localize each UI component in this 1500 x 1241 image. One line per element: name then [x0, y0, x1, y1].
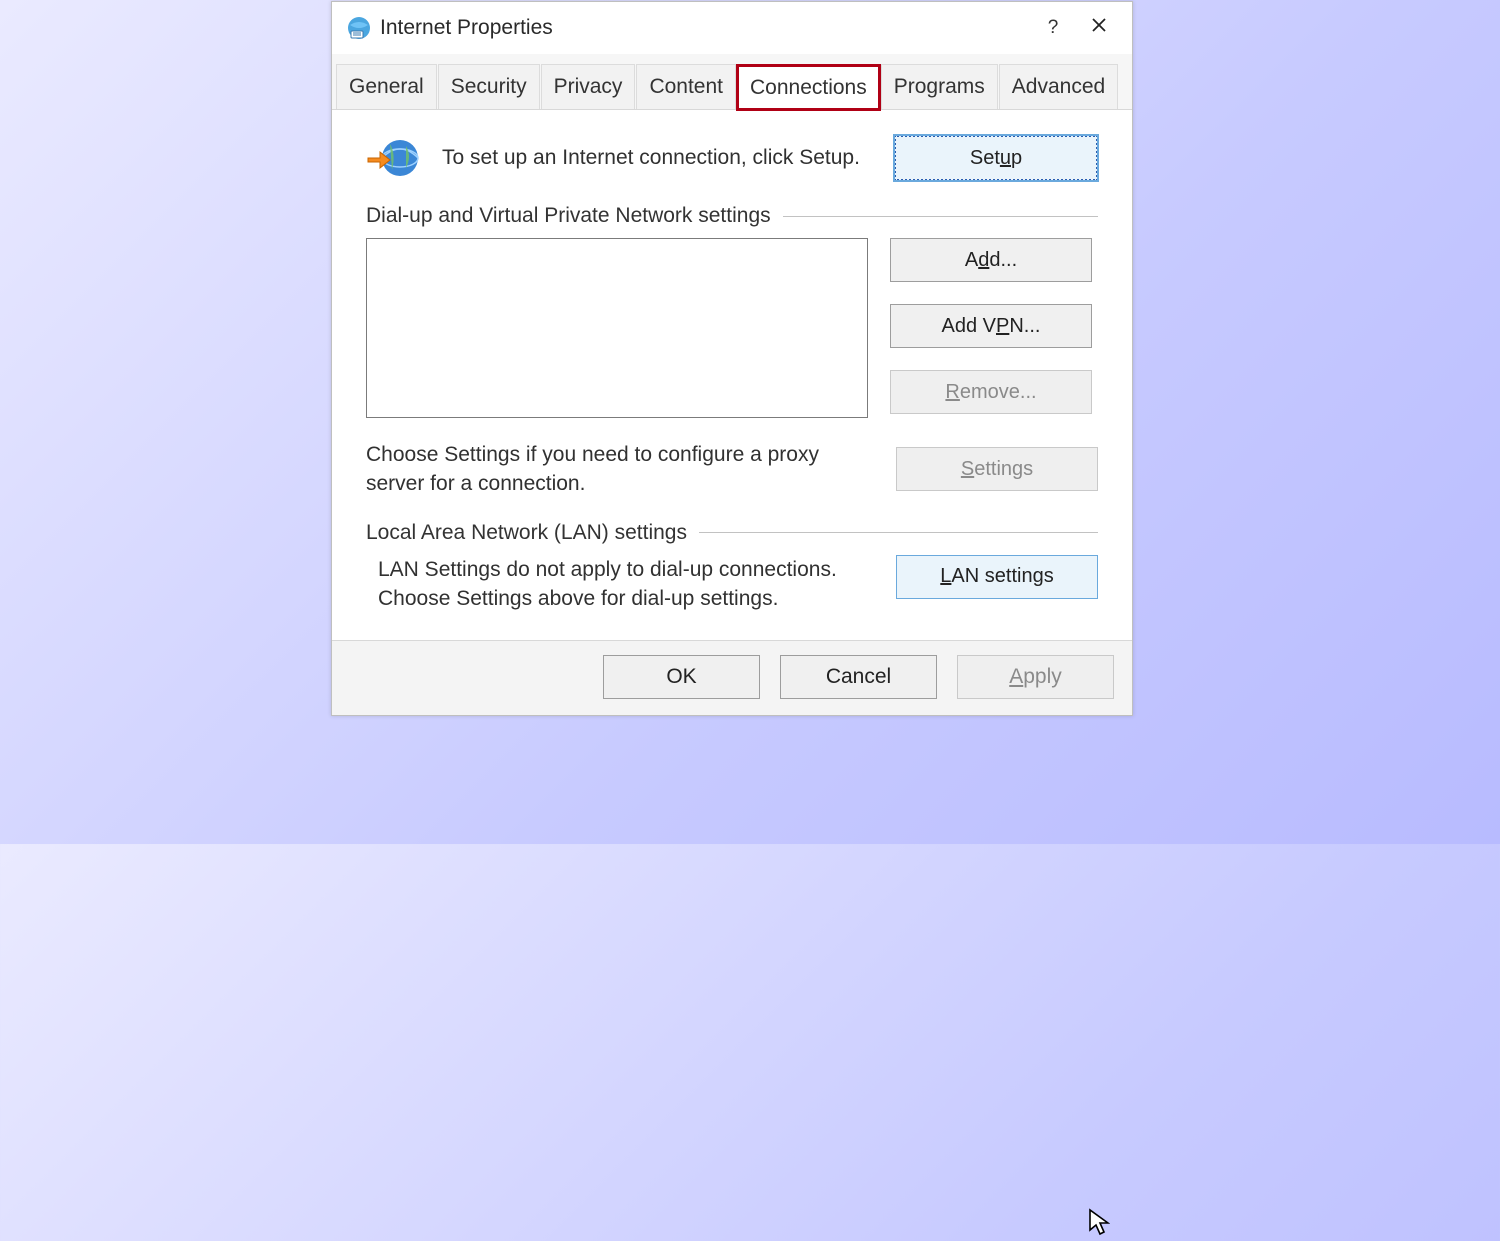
divider	[699, 532, 1098, 533]
add-vpn-button[interactable]: Add VPN...	[890, 304, 1092, 348]
tab-connections[interactable]: Connections	[737, 65, 880, 110]
close-icon	[1091, 17, 1107, 39]
lan-hint: LAN Settings do not apply to dial-up con…	[366, 555, 896, 614]
setup-button[interactable]: Setup	[894, 135, 1098, 181]
tab-programs[interactable]: Programs	[881, 64, 998, 109]
dialog-footer: OK Cancel Apply	[332, 640, 1132, 715]
titlebar: Internet Properties ?	[332, 2, 1132, 54]
window-title: Internet Properties	[380, 16, 1030, 40]
cancel-button[interactable]: Cancel	[780, 655, 937, 699]
internet-properties-dialog: Internet Properties ? General Security P…	[331, 1, 1133, 716]
remove-button: Remove...	[890, 370, 1092, 414]
tab-security[interactable]: Security	[438, 64, 540, 109]
cursor-icon	[1088, 1208, 1110, 1236]
close-button[interactable]	[1076, 13, 1122, 43]
tab-general[interactable]: General	[336, 64, 437, 109]
tab-advanced[interactable]: Advanced	[999, 64, 1118, 109]
dial-up-group-text: Dial-up and Virtual Private Network sett…	[366, 204, 771, 228]
tab-privacy[interactable]: Privacy	[541, 64, 636, 109]
help-icon: ?	[1048, 17, 1059, 39]
lan-group-label: Local Area Network (LAN) settings	[366, 521, 1098, 545]
divider	[783, 216, 1098, 217]
tab-content[interactable]: Content	[636, 64, 736, 109]
tab-content-pane: To set up an Internet connection, click …	[332, 110, 1132, 640]
ok-button[interactable]: OK	[603, 655, 760, 699]
setup-description: To set up an Internet connection, click …	[442, 143, 894, 172]
connections-listbox[interactable]	[366, 238, 868, 418]
proxy-hint: Choose Settings if you need to configure…	[366, 440, 896, 499]
dial-up-group-label: Dial-up and Virtual Private Network sett…	[366, 204, 1098, 228]
lan-settings-button[interactable]: LAN settings	[896, 555, 1098, 599]
globe-arrow-icon	[366, 134, 422, 182]
internet-options-icon	[346, 15, 372, 41]
apply-button: Apply	[957, 655, 1114, 699]
lan-group-text: Local Area Network (LAN) settings	[366, 521, 687, 545]
help-button[interactable]: ?	[1030, 13, 1076, 43]
add-button[interactable]: Add...	[890, 238, 1092, 282]
tab-strip: General Security Privacy Content Connect…	[332, 54, 1132, 110]
settings-button: Settings	[896, 447, 1098, 491]
